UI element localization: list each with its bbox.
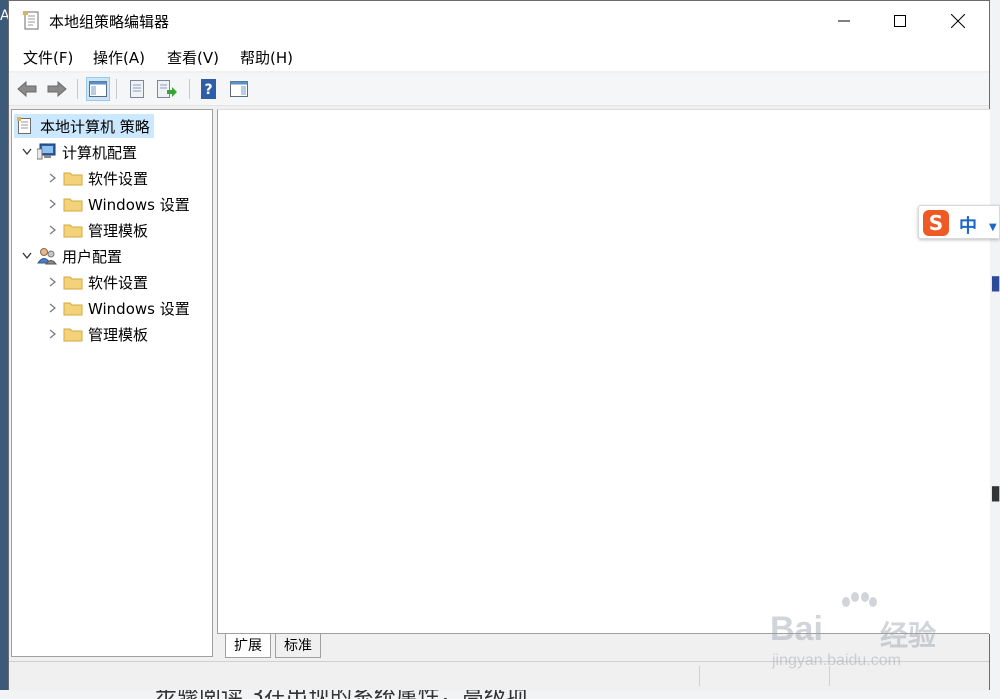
tab-extended[interactable]: 扩展 xyxy=(225,634,271,658)
watermark-brand-cn: 经验 xyxy=(880,619,937,652)
watermark-brand: Bai xyxy=(770,610,823,648)
tree-node-label: 软件设置 xyxy=(88,273,149,292)
folder-icon xyxy=(62,298,84,318)
tree-node-computer-software-settings[interactable]: 软件设置 xyxy=(44,166,148,190)
show-hide-tree-icon xyxy=(89,81,107,97)
tree-node-computer-config[interactable]: 计算机配置 xyxy=(18,140,137,164)
forward-arrow-icon xyxy=(47,81,67,97)
tree-node-label: Windows 设置 xyxy=(88,195,190,214)
chevron-right-icon[interactable] xyxy=(44,199,62,209)
background-article-right: ▮ ▮ xyxy=(990,0,1000,699)
tab-standard[interactable]: 标准 xyxy=(275,634,321,658)
tree-node-computer-windows-settings[interactable]: Windows 设置 xyxy=(44,192,190,216)
watermark-url: jingyan.baidu.com xyxy=(772,652,901,669)
tree-pane: 本地计算机 策略 计算机配置 软件设置 Windows 设置 管理模板 用户配置… xyxy=(11,109,213,657)
show-hide-tree-button[interactable] xyxy=(86,77,110,101)
chevron-right-icon[interactable] xyxy=(44,303,62,313)
menu-bar: 文件(F) 操作(A) 查看(V) 帮助(H) xyxy=(9,41,989,71)
menu-action[interactable]: 操作(A) xyxy=(93,47,145,68)
tree-node-user-windows-settings[interactable]: Windows 设置 xyxy=(44,296,190,320)
background-bottom-text: 步骤阅读 3在出现的系统属性，高级项 xyxy=(155,690,528,699)
users-icon xyxy=(36,246,58,266)
tree-node-user-admin-templates[interactable]: 管理模板 xyxy=(44,322,148,346)
tree-node-label: 用户配置 xyxy=(62,247,123,266)
computer-icon xyxy=(36,142,58,162)
chevron-down-icon[interactable] xyxy=(18,148,36,156)
ime-mode-toggle[interactable]: 中 xyxy=(959,212,977,238)
maximize-button[interactable] xyxy=(877,1,923,41)
export-list-icon xyxy=(157,80,177,98)
help-button[interactable]: ? xyxy=(197,77,221,101)
menu-file[interactable]: 文件(F) xyxy=(23,47,73,68)
toolbar: ? xyxy=(9,73,989,106)
tree-node-label: 本地计算机 策略 xyxy=(40,117,150,136)
policy-app-icon xyxy=(23,11,41,31)
back-button[interactable] xyxy=(15,77,39,101)
tree-node-computer-admin-templates[interactable]: 管理模板 xyxy=(44,218,148,242)
svg-text:?: ? xyxy=(204,82,212,98)
show-hide-action-pane-icon xyxy=(230,81,248,97)
chevron-right-icon[interactable] xyxy=(44,329,62,339)
gpedit-window: 本地组策略编辑器 文件(F) 操作(A) 查看(V) 帮助(H) ? 本地计算机… xyxy=(8,0,990,690)
tree-node-label: Windows 设置 xyxy=(88,299,190,318)
policy-document-icon xyxy=(14,116,36,136)
export-list-button[interactable] xyxy=(155,77,179,101)
menu-view[interactable]: 查看(V) xyxy=(167,47,219,68)
tree-node-user-software-settings[interactable]: 软件设置 xyxy=(44,270,148,294)
sogou-logo-icon: S xyxy=(923,210,949,236)
tree-node-label: 管理模板 xyxy=(88,325,149,344)
forward-button[interactable] xyxy=(45,77,69,101)
ime-toolbar[interactable]: S 中 ▼ xyxy=(918,205,1000,239)
details-pane[interactable] xyxy=(217,109,990,634)
folder-icon xyxy=(62,168,84,188)
properties-button[interactable] xyxy=(125,77,149,101)
title-bar: 本地组策略编辑器 xyxy=(9,1,989,41)
chevron-right-icon[interactable] xyxy=(44,277,62,287)
menu-help[interactable]: 帮助(H) xyxy=(240,47,293,68)
tree-node-user-config[interactable]: 用户配置 xyxy=(18,244,122,268)
folder-icon xyxy=(62,194,84,214)
maximize-icon xyxy=(894,15,906,27)
chevron-right-icon[interactable] xyxy=(44,225,62,235)
minimize-icon xyxy=(838,20,850,22)
properties-icon xyxy=(130,80,144,98)
folder-icon xyxy=(62,272,84,292)
minimize-button[interactable] xyxy=(821,1,867,41)
chevron-down-icon[interactable] xyxy=(18,252,36,260)
tree-node-local-computer-policy[interactable]: 本地计算机 策略 xyxy=(14,114,154,138)
close-button[interactable] xyxy=(935,1,981,41)
window-title: 本地组策略编辑器 xyxy=(49,13,170,31)
folder-icon xyxy=(62,324,84,344)
ime-menu-icon[interactable]: ▼ xyxy=(989,222,997,233)
close-icon xyxy=(951,14,965,28)
paw-logo-icon xyxy=(842,592,877,607)
chevron-right-icon[interactable] xyxy=(44,173,62,183)
tree-node-label: 管理模板 xyxy=(88,221,149,240)
folder-icon xyxy=(62,220,84,240)
background-article-bottom: 步骤阅读 3在出现的系统属性，高级项 xyxy=(0,690,1000,699)
help-icon: ? xyxy=(201,79,216,99)
tree-node-label: 软件设置 xyxy=(88,169,149,188)
tree-node-label: 计算机配置 xyxy=(62,143,138,162)
back-arrow-icon xyxy=(17,81,37,97)
show-hide-action-pane-button[interactable] xyxy=(227,77,251,101)
baidu-watermark: Bai 经验 jingyan.baidu.com xyxy=(770,592,960,672)
